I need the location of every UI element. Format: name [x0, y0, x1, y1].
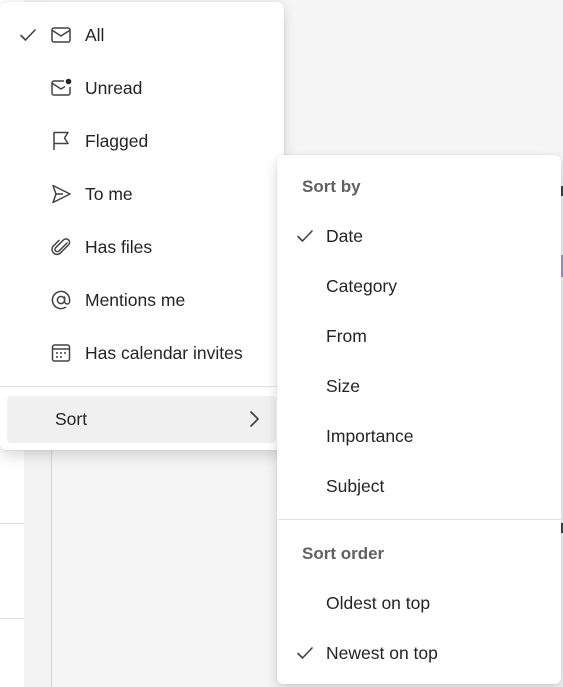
filter-item-label: Has calendar invites: [85, 342, 243, 363]
filter-menu: All Unread Flagged To me Has files Menti…: [0, 2, 284, 450]
menu-divider: [277, 519, 561, 520]
sort-option-label: Oldest on top: [326, 592, 431, 613]
paperclip-icon: [50, 236, 72, 258]
nav-divider: [0, 523, 24, 524]
filter-item-has-calendar-invites[interactable]: Has calendar invites: [0, 333, 284, 373]
mail-unread-icon: [50, 77, 72, 99]
filter-item-label: Has files: [85, 236, 153, 257]
sort-submenu: Sort by Date Category From Size Importan…: [277, 155, 561, 684]
nav-divider: [0, 618, 24, 619]
filter-item-label: Mentions me: [85, 289, 186, 310]
filter-item-label: All: [85, 24, 105, 45]
flag-icon: [50, 130, 72, 152]
sort-by-importance[interactable]: Importance: [277, 416, 561, 456]
filter-item-flagged[interactable]: Flagged: [0, 121, 284, 161]
filter-item-unread[interactable]: Unread: [0, 68, 284, 108]
sort-option-label: Newest on top: [326, 642, 438, 663]
sort-label: Sort: [55, 409, 88, 429]
sort-submenu-button[interactable]: Sort: [7, 396, 276, 443]
filter-item-label: To me: [85, 183, 133, 204]
filter-item-mentions-me[interactable]: Mentions me: [0, 280, 284, 320]
sort-by-date[interactable]: Date: [277, 216, 561, 256]
sort-option-label: Subject: [326, 475, 385, 496]
chevron-right-icon: [248, 409, 260, 429]
sort-by-subject[interactable]: Subject: [277, 466, 561, 506]
filter-item-has-files[interactable]: Has files: [0, 227, 284, 267]
sort-by-category[interactable]: Category: [277, 266, 561, 306]
filter-item-all[interactable]: All: [0, 15, 284, 55]
sort-by-from[interactable]: From: [277, 316, 561, 356]
sort-option-label: Category: [326, 275, 398, 296]
sort-order-oldest-on-top[interactable]: Oldest on top: [277, 583, 561, 623]
filter-item-to-me[interactable]: To me: [0, 174, 284, 214]
sort-option-label: Date: [326, 225, 363, 246]
sort-by-size[interactable]: Size: [277, 366, 561, 406]
sort-order-header: Sort order: [302, 544, 385, 563]
pane-divider: [51, 440, 52, 687]
send-icon: [50, 183, 72, 205]
at-icon: [50, 289, 72, 311]
sort-option-label: Size: [326, 375, 361, 396]
checkmark-icon: [295, 643, 315, 663]
sort-order-newest-on-top[interactable]: Newest on top: [277, 633, 561, 673]
calendar-icon: [50, 342, 72, 364]
mail-icon: [50, 24, 72, 46]
checkmark-icon: [295, 226, 315, 246]
filter-item-label: Flagged: [85, 130, 149, 151]
checkmark-icon: [18, 25, 38, 45]
sort-option-label: From: [326, 325, 367, 346]
sort-option-label: Importance: [326, 425, 414, 446]
filter-item-label: Unread: [85, 77, 143, 98]
menu-divider: [0, 386, 284, 387]
sort-by-header: Sort by: [302, 177, 361, 196]
